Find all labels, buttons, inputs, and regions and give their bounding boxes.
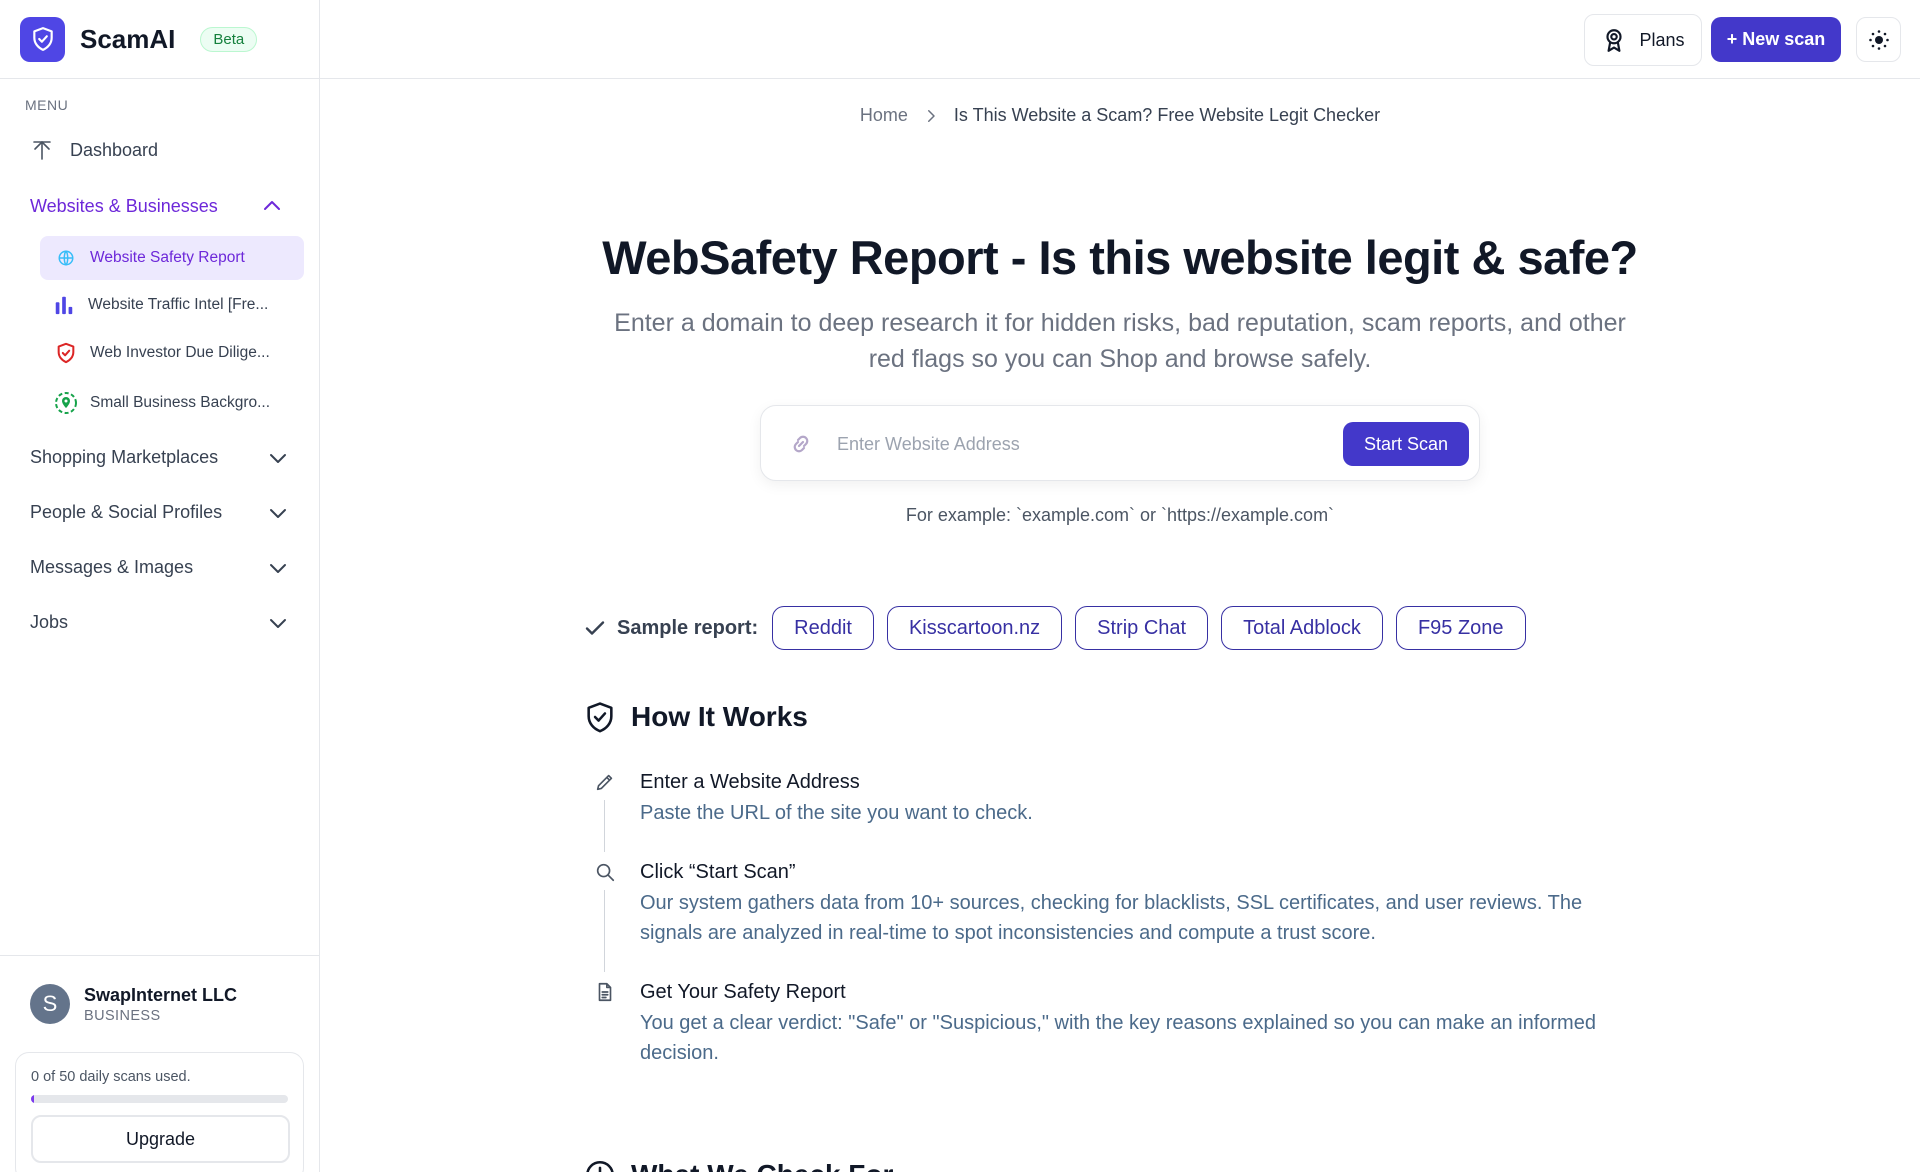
sidebar-section-label: Shopping Marketplaces [30, 446, 219, 467]
search-card: Start Scan [760, 405, 1480, 481]
sample-chip-reddit[interactable]: Reddit [772, 606, 874, 650]
sun-icon [1867, 28, 1891, 52]
user-profile[interactable]: S SwapInternet LLC BUSINESS [30, 984, 237, 1024]
chevron-down-icon [266, 556, 290, 580]
website-address-input[interactable] [837, 424, 1337, 464]
award-icon [1601, 27, 1627, 53]
plans-button[interactable]: Plans [1584, 14, 1702, 66]
brand-name[interactable]: ScamAI [80, 24, 175, 55]
sidebar-section-label: Websites & Businesses [30, 195, 218, 216]
sidebar-section-people-social[interactable]: People & Social Profiles [0, 497, 320, 527]
new-scan-button[interactable]: + New scan [1711, 17, 1841, 62]
shield-icon [54, 341, 78, 365]
search-icon [593, 860, 617, 884]
sidebar-item-web-investor-due-diligence[interactable]: Web Investor Due Dilige... [40, 331, 304, 375]
sidebar-section-messages-images[interactable]: Messages & Images [0, 552, 320, 582]
user-account-type: BUSINESS [84, 1007, 161, 1024]
sample-reports: Sample report: Reddit Kisscartoon.nz Str… [583, 606, 1539, 650]
menu-label: MENU [25, 97, 69, 113]
chevron-up-icon [260, 194, 284, 218]
step-connector [604, 890, 605, 972]
step-connector [604, 800, 605, 852]
sidebar-item-dashboard[interactable]: Dashboard [0, 136, 320, 164]
sidebar-section-label: Messages & Images [30, 556, 194, 577]
usage-text: 0 of 50 daily scans used. [31, 1069, 191, 1085]
top-bar: Plans + New scan [320, 0, 1920, 79]
sidebar-sub-label: Web Investor Due Dilige... [90, 344, 270, 361]
plans-label: Plans [1639, 29, 1685, 50]
step-description: You get a clear verdict: "Safe" or "Susp… [640, 1012, 1596, 1064]
sidebar-item-small-business-background[interactable]: Small Business Backgro... [40, 381, 304, 425]
shield-check-icon [583, 700, 617, 734]
bar-chart-icon [52, 293, 76, 317]
usage-progress-bar [31, 1095, 288, 1103]
sidebar-section-websites[interactable]: Websites & Businesses [0, 192, 320, 220]
check-icon [583, 616, 607, 640]
breadcrumb-home-link[interactable]: Home [860, 105, 908, 126]
what-we-check-title: What We Check For [631, 1159, 893, 1172]
page-title: WebSafety Report - Is this website legit… [602, 231, 1638, 284]
sample-report-label: Sample report: [617, 616, 759, 639]
usage-progress-fill [31, 1095, 34, 1103]
sample-chip-total-adblock[interactable]: Total Adblock [1221, 606, 1383, 650]
theme-toggle-button[interactable] [1856, 17, 1901, 62]
pencil-icon [593, 770, 617, 794]
sidebar-footer: S SwapInternet LLC BUSINESS 0 of 50 dail… [0, 955, 320, 1172]
sidebar-section-label: Jobs [30, 611, 69, 632]
step-title: Click “Start Scan” [640, 861, 796, 883]
globe-icon [54, 246, 78, 270]
breadcrumb: Home Is This Website a Scam? Free Websit… [320, 105, 1920, 126]
page-subtitle: Enter a domain to deep research it for h… [614, 309, 1626, 373]
start-scan-button[interactable]: Start Scan [1343, 422, 1469, 466]
chevron-down-icon [266, 611, 290, 635]
breadcrumb-current: Is This Website a Scam? Free Website Leg… [953, 105, 1381, 125]
how-it-works-title: How It Works [631, 701, 808, 732]
sidebar-section-shopping-marketplaces[interactable]: Shopping Marketplaces [0, 442, 320, 472]
sidebar-section-jobs[interactable]: Jobs [0, 607, 320, 637]
chevron-right-icon [922, 107, 940, 125]
document-icon [593, 980, 617, 1004]
sidebar-sub-label: Website Traffic Intel [Fre... [88, 296, 269, 313]
step-description: Paste the URL of the site you want to ch… [640, 802, 1033, 824]
chevron-down-icon [266, 501, 290, 525]
sidebar-item-website-safety-report[interactable]: Website Safety Report [40, 236, 304, 280]
brand: ScamAI Beta [0, 0, 319, 79]
sample-chip-f95-zone[interactable]: F95 Zone [1395, 606, 1526, 650]
beta-badge: Beta [200, 26, 258, 52]
sidebar-sub-label: Small Business Backgro... [90, 394, 271, 411]
step-title: Get Your Safety Report [640, 981, 846, 1003]
upgrade-button[interactable]: Upgrade [31, 1115, 290, 1163]
clock-icon [583, 1158, 617, 1172]
sidebar-sub-label: Website Safety Report [90, 249, 245, 266]
what-we-check-heading: What We Check For [583, 1158, 893, 1172]
avatar: S [30, 984, 70, 1024]
sidebar-item-website-traffic-intel[interactable]: Website Traffic Intel [Fre... [40, 283, 304, 327]
chevron-down-icon [266, 446, 290, 470]
arrow-up-icon [30, 138, 54, 162]
sidebar: ScamAI Beta MENU Dashboard Websites & Bu… [0, 0, 320, 1172]
step-description: Our system gathers data from 10+ sources… [640, 892, 1583, 944]
location-pin-icon [54, 391, 78, 415]
how-it-works-heading: How It Works [583, 700, 808, 734]
link-icon [789, 432, 813, 456]
shield-logo-icon[interactable] [20, 16, 65, 62]
sample-chip-kisscartoon[interactable]: Kisscartoon.nz [886, 606, 1063, 650]
usage-card: 0 of 50 daily scans used. Upgrade [15, 1052, 304, 1172]
sidebar-section-label: People & Social Profiles [30, 501, 223, 522]
sample-chip-strip-chat[interactable]: Strip Chat [1075, 606, 1209, 650]
example-hint: For example: `example.com` or `https://e… [905, 505, 1335, 525]
step-title: Enter a Website Address [640, 771, 860, 793]
user-name: SwapInternet LLC [84, 984, 238, 1005]
sidebar-item-label: Dashboard [70, 139, 159, 160]
